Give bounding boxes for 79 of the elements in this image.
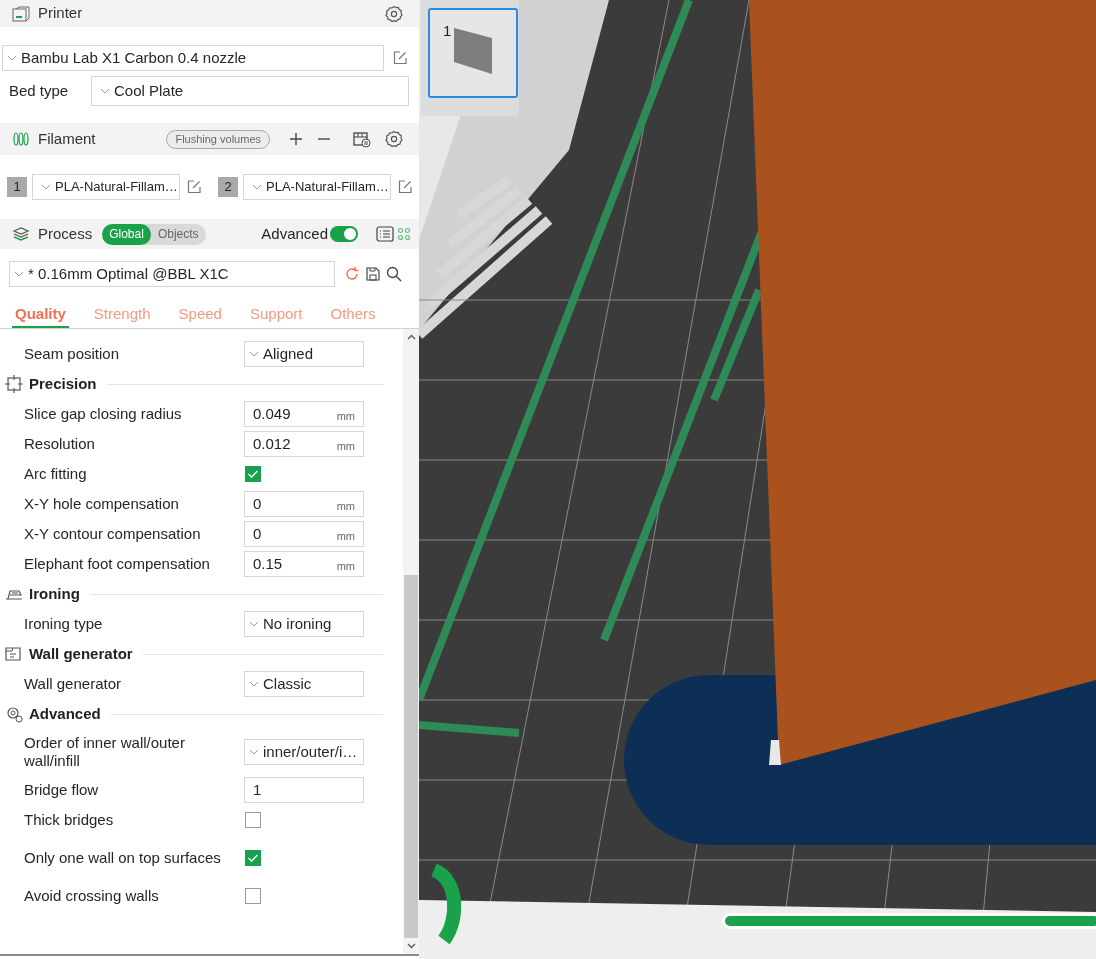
flushing-volumes-button[interactable]: Flushing volumes [166, 129, 270, 149]
number-field[interactable]: 0 mm [244, 491, 364, 517]
filament-dropdown[interactable]: PLA-Natural-Fillam… [32, 174, 180, 200]
checkbox[interactable] [245, 850, 261, 866]
group-heading: Advanced [29, 703, 101, 724]
group-heading: Wall generator [29, 643, 133, 664]
list-icon[interactable] [376, 226, 394, 242]
setting-dropdown[interactable]: Classic [244, 671, 364, 697]
printer-dropdown[interactable]: Bambu Lab X1 Carbon 0.4 nozzle [2, 45, 384, 71]
setting-label: Avoid crossing walls [24, 887, 160, 905]
section-title: Process [38, 223, 93, 244]
filament-number-badge: 2 [218, 177, 238, 197]
setting-dropdown[interactable]: inner/outer/i… [244, 739, 364, 765]
chevron-icon [7, 55, 17, 61]
chevron-icon [41, 184, 51, 190]
gears-icon [5, 705, 23, 723]
filament-sync-icon[interactable] [353, 130, 371, 148]
chevron-icon [14, 271, 24, 277]
layers-icon [12, 226, 30, 242]
setting-label: Slice gap closing radius [24, 405, 183, 423]
wall-icon [5, 645, 23, 663]
filament-icon [12, 131, 30, 147]
setting-dropdown[interactable]: No ironing [244, 611, 364, 637]
chevron-icon [100, 88, 110, 94]
chevron-icon [249, 749, 259, 755]
number-field[interactable]: 0.15 mm [244, 551, 364, 577]
model-thumbnail-icon [454, 28, 492, 74]
check-icon [247, 853, 259, 863]
section-title: Filament [38, 128, 96, 149]
setting-label: X-Y hole compensation [24, 495, 180, 513]
filament-number-badge: 1 [7, 177, 27, 197]
edit-icon[interactable] [392, 50, 408, 66]
setting-label: Only one wall on top surfaces [24, 849, 222, 867]
setting-label: Seam position [24, 345, 121, 363]
number-field[interactable]: 0 mm [244, 521, 364, 547]
toggle-label: Advanced [261, 223, 328, 244]
setting-label: Ironing type [24, 615, 104, 633]
edit-icon[interactable] [397, 179, 413, 195]
save-icon[interactable] [366, 267, 380, 281]
setting-label: Order of inner wall/outer wall/infill [24, 734, 186, 770]
chevron-icon [249, 351, 259, 357]
number-field[interactable]: 0.012 mm [244, 431, 364, 457]
group-heading: Precision [29, 373, 97, 394]
process-preset-dropdown[interactable]: * 0.16mm Optimal @BBL X1C [9, 261, 335, 287]
setting-label: X-Y contour compensation [24, 525, 202, 543]
filament-dropdown[interactable]: PLA-Natural-Fillam… [243, 174, 391, 200]
settings-icon[interactable] [385, 4, 403, 23]
reset-icon[interactable] [344, 266, 360, 282]
scrollbar-thumb[interactable] [404, 575, 418, 938]
number-field[interactable]: 1 [244, 777, 364, 803]
plate-number: 1 [443, 21, 452, 41]
checkbox[interactable] [245, 888, 261, 904]
chevron-icon [252, 184, 262, 190]
setting-label: Bridge flow [24, 781, 100, 799]
setting-label: Arc fitting [24, 465, 88, 483]
setting-label: Elephant foot compensation [24, 555, 211, 573]
setting-dropdown[interactable]: Aligned [244, 341, 364, 367]
checkbox[interactable] [245, 466, 261, 482]
bed-type-dropdown[interactable]: Cool Plate [91, 76, 409, 106]
scope-tab[interactable]: Objects [150, 223, 206, 245]
crosshair-icon [5, 375, 23, 393]
chevron-icon [249, 621, 259, 627]
edit-icon[interactable] [186, 179, 202, 195]
setting-label: Resolution [24, 435, 96, 453]
printer-icon [12, 5, 30, 22]
check-icon [247, 469, 259, 479]
setting-label: Thick bridges [24, 811, 115, 829]
search-icon[interactable] [386, 266, 402, 282]
checkbox[interactable] [245, 812, 261, 828]
field-label: Bed type [8, 80, 70, 101]
settings-icon[interactable] [385, 130, 403, 148]
section-title: Printer [38, 3, 83, 24]
group-heading: Ironing [29, 583, 80, 604]
plate-thumbnail[interactable]: 1 [428, 8, 518, 98]
chevron-icon [249, 681, 259, 687]
plus-icon[interactable] [289, 132, 303, 146]
number-field[interactable]: 0.049 mm [244, 401, 364, 427]
advanced-toggle[interactable] [330, 226, 358, 242]
setting-label: Wall generator [24, 675, 122, 693]
